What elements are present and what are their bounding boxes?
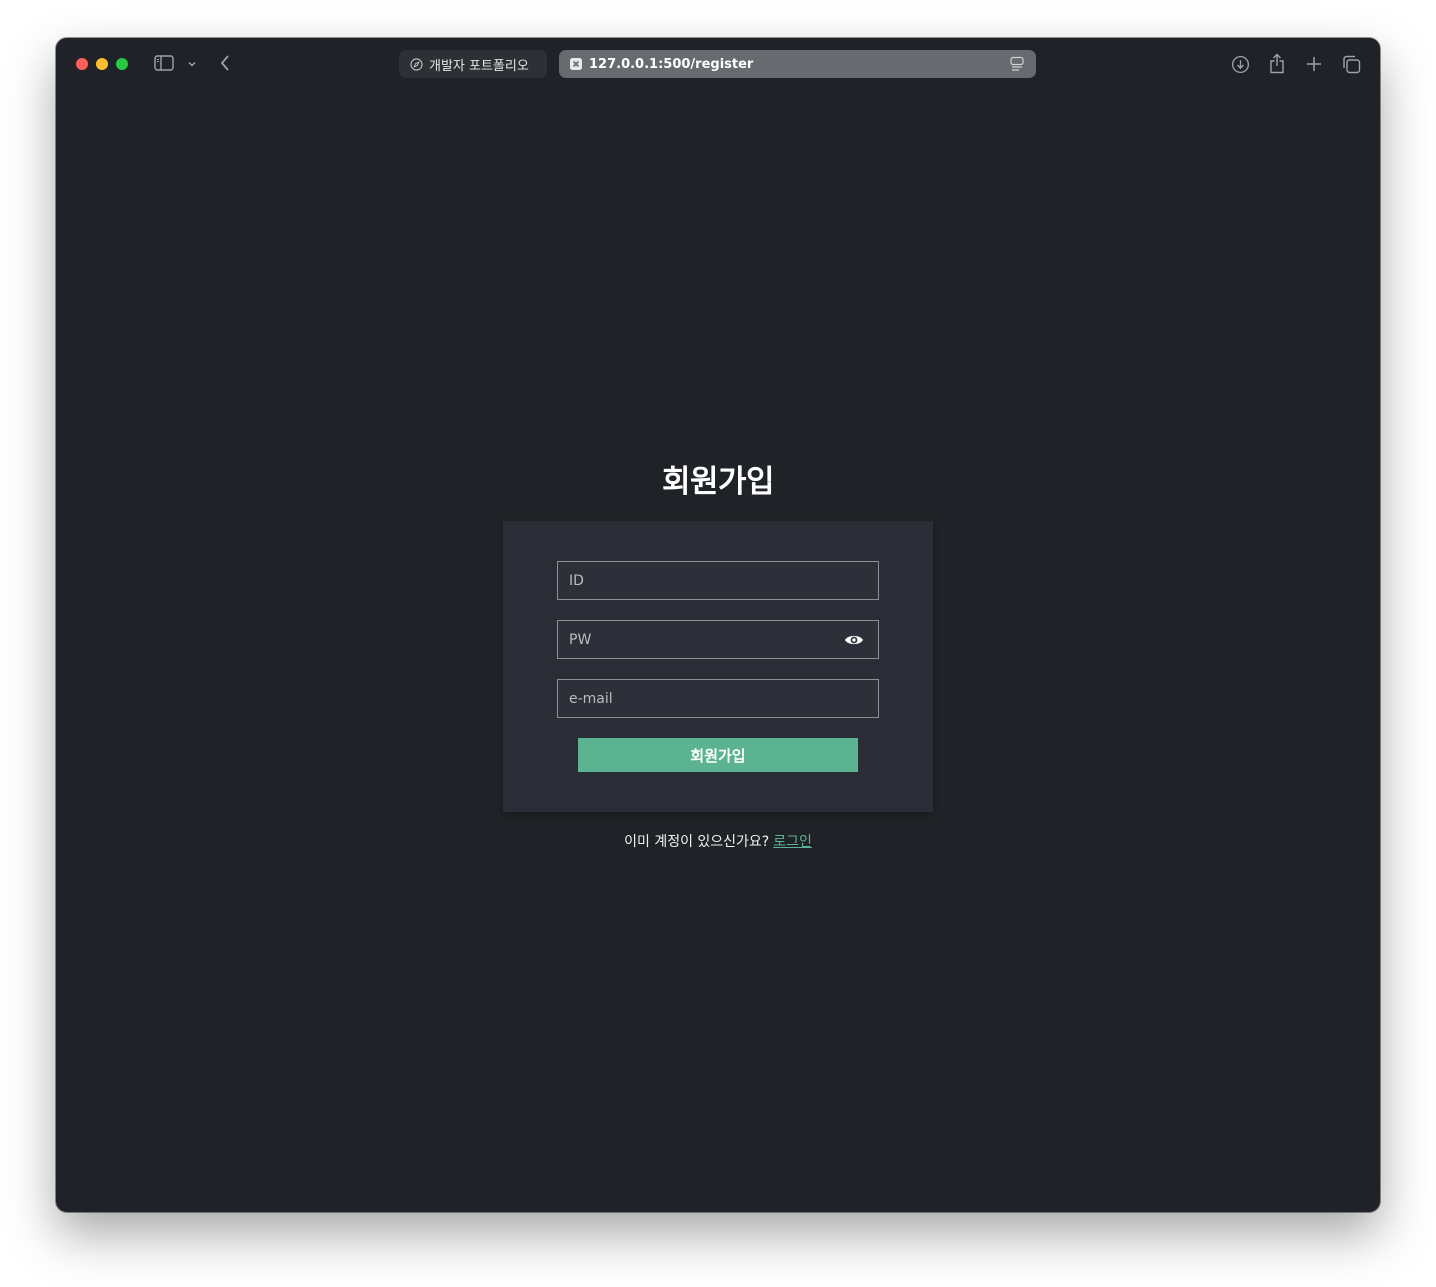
browser-window: 개발자 포트폴리오 127.0.0.1:500/register 회원가입 ID…: [56, 38, 1380, 1212]
password-input[interactable]: [569, 631, 829, 648]
tab-label: 개발자 포트폴리오: [429, 58, 529, 74]
share-icon[interactable]: [1268, 52, 1286, 74]
tab-url: 127.0.0.1:500/register: [589, 56, 754, 72]
tab-portfolio[interactable]: 개발자 포트폴리오: [399, 50, 547, 78]
pw-field-wrapper: [557, 620, 879, 659]
email-field-wrapper: [557, 679, 879, 718]
login-link[interactable]: 로그인: [773, 834, 812, 850]
download-icon[interactable]: [1230, 54, 1250, 74]
browser-toolbar: 개발자 포트폴리오 127.0.0.1:500/register: [56, 38, 1380, 90]
register-form: 회원가입: [503, 521, 933, 812]
close-window-button[interactable]: [76, 58, 88, 70]
close-tab-icon[interactable]: [569, 57, 583, 71]
login-prompt: 이미 계정이 있으신가요? 로그인: [56, 831, 1380, 851]
email-input[interactable]: [569, 690, 829, 707]
back-icon[interactable]: [216, 53, 234, 73]
id-input[interactable]: [569, 572, 829, 589]
page-title: 회원가입: [661, 464, 775, 500]
tab-register[interactable]: 127.0.0.1:500/register: [559, 50, 1036, 78]
login-prompt-text: 이미 계정이 있으신가요?: [624, 834, 770, 850]
tabs-overview-icon[interactable]: [1341, 54, 1361, 74]
maximize-window-button[interactable]: [116, 58, 128, 70]
eye-icon[interactable]: [844, 631, 864, 649]
id-field-wrapper: [557, 561, 879, 600]
chevron-down-icon[interactable]: [185, 57, 199, 71]
register-button[interactable]: 회원가입: [578, 738, 858, 772]
reader-icon[interactable]: [1010, 56, 1024, 76]
sidebar-icon[interactable]: [153, 54, 175, 72]
compass-icon: [409, 57, 423, 71]
plus-icon[interactable]: [1304, 54, 1324, 74]
minimize-window-button[interactable]: [96, 58, 108, 70]
